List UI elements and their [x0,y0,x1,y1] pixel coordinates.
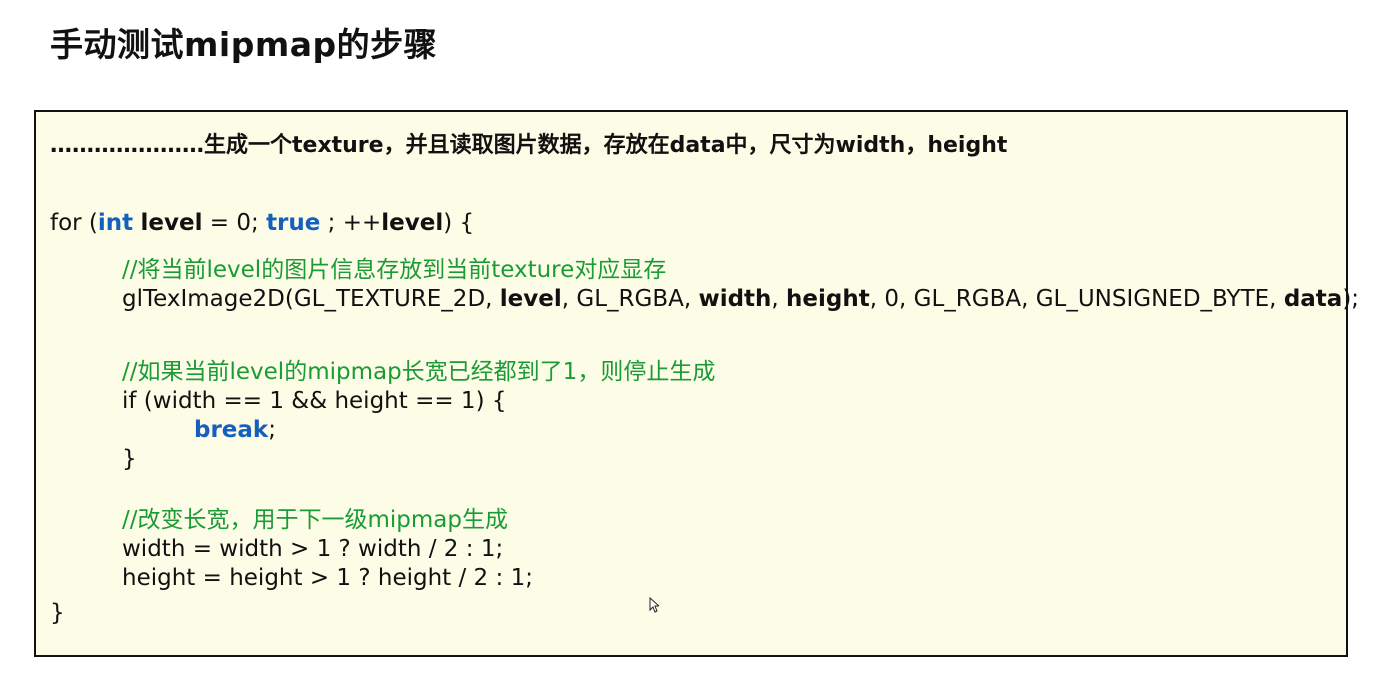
variable-level: level [381,210,444,236]
code-block: …………………生成一个texture，并且读取图片数据，存放在data中，尺寸为… [34,110,1359,657]
arg-width: width [698,286,772,312]
variable-level: level [140,210,203,236]
height-assign-line: height = height > 1 ? height / 2 : 1; [122,565,533,591]
code-text: glTexImage2D(GL_TEXTURE_2D, [122,286,500,312]
code-text: , [771,286,787,312]
code-text: ; ++ [320,210,382,236]
gl-call-line: glTexImage2D(GL_TEXTURE_2D, level, GL_RG… [122,285,1359,313]
code-text: , GL_RGBA, [561,286,699,312]
width-assign-line: width = width > 1 ? width / 2 : 1; [122,536,504,562]
comment-line-2: //如果当前level的mipmap长宽已经都到了1，则停止生成 [122,359,716,385]
keyword-break: break [194,417,269,443]
code-text: for ( [50,210,98,236]
page-title: 手动测试mipmap的步骤 [50,25,438,64]
intro-line: …………………生成一个texture，并且读取图片数据，存放在data中，尺寸为… [50,133,1008,158]
arg-data: data [1283,286,1343,312]
keyword-int: int [97,210,134,236]
code-text: = 0; [202,210,267,236]
code-text: ); [1342,286,1360,312]
for-loop-line: for (int level = 0; true ; ++level) { [50,209,474,237]
comment-line-3: //改变长宽，用于下一级mipmap生成 [122,507,508,533]
keyword-true: true [266,210,321,236]
arg-height: height [786,286,870,312]
code-text: , 0, GL_RGBA, GL_UNSIGNED_BYTE, [869,286,1284,312]
comment-line-1: //将当前level的图片信息存放到当前texture对应显存 [122,257,667,283]
arg-level: level [499,286,562,312]
for-close-brace: } [50,600,65,626]
if-line: if (width == 1 && height == 1) { [122,388,507,414]
code-text: ) { [443,210,475,236]
mouse-pointer-icon [649,597,659,613]
code-text: ; [268,417,276,443]
break-line: break; [194,416,276,444]
if-close-brace: } [122,446,137,472]
